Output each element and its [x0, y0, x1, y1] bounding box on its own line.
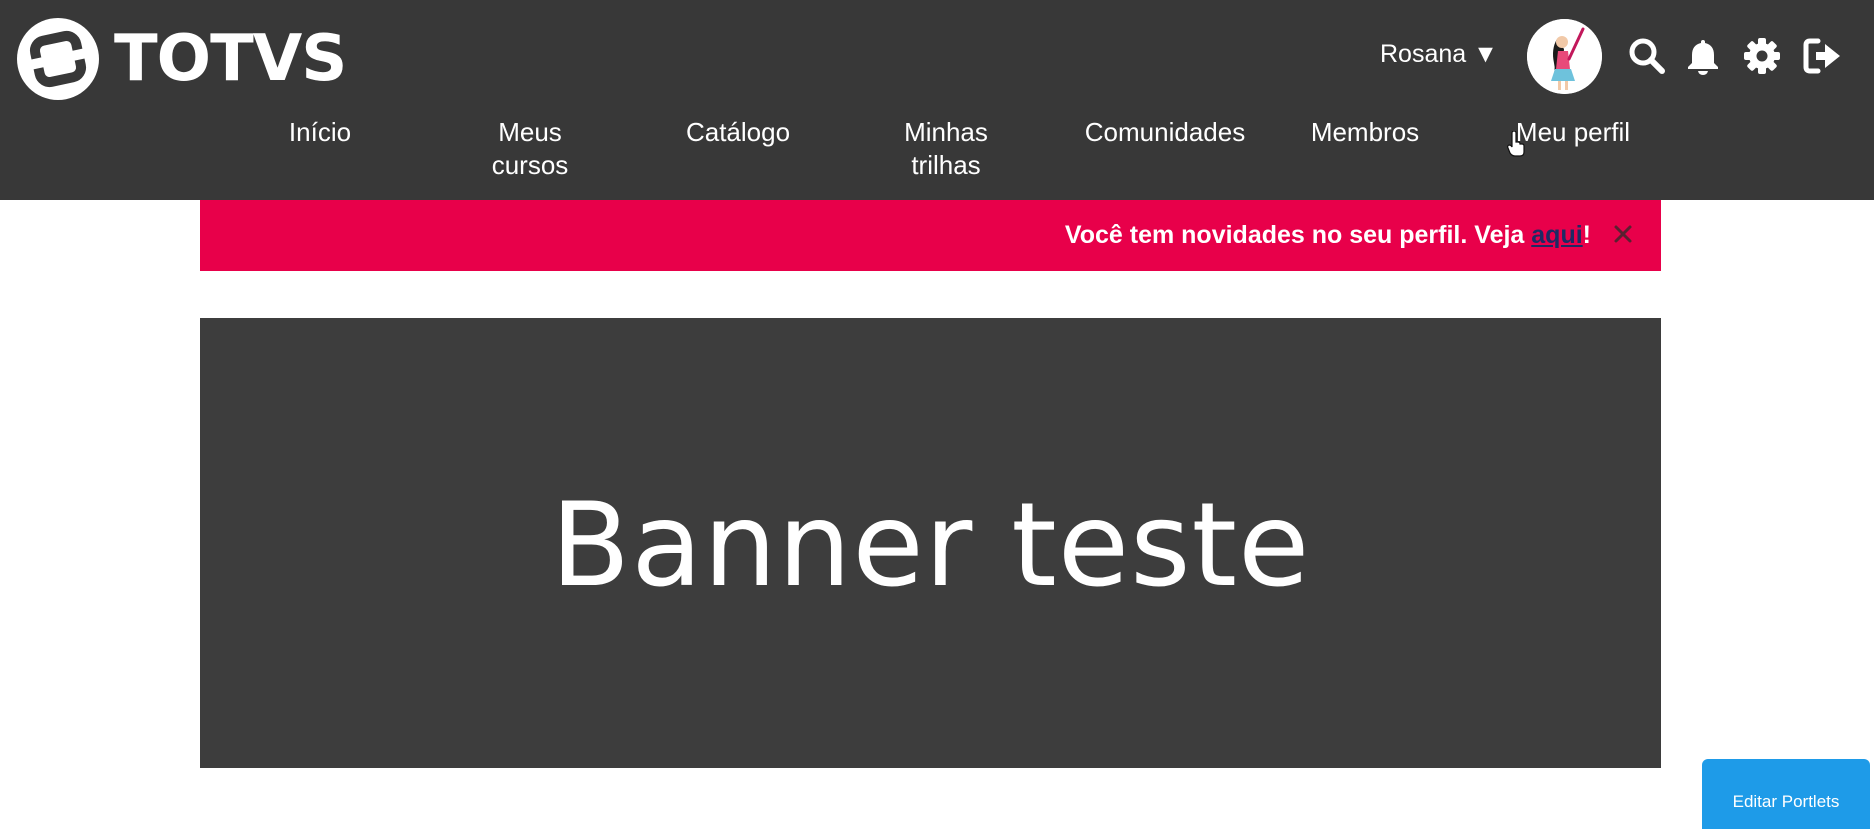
edit-portlets-button[interactable]: Editar Portlets	[1702, 759, 1870, 829]
nav-item-meus-cursos[interactable]: Meus cursos	[470, 116, 590, 182]
nav-item-minhas-trilhas[interactable]: Minhas trilhas	[886, 116, 1006, 182]
banner-title: Banner teste	[550, 478, 1311, 613]
top-header: TOTVS Rosana ▼ Início Meus cursos Catálo…	[0, 0, 1874, 200]
bell-icon[interactable]	[1683, 36, 1723, 76]
totvs-logo[interactable]: TOTVS	[16, 17, 347, 101]
nav-item-membros[interactable]: Membros	[1300, 116, 1430, 149]
pointer-cursor-icon	[1507, 131, 1525, 157]
gear-icon[interactable]	[1742, 36, 1782, 76]
avatar-image	[1527, 19, 1602, 94]
user-avatar[interactable]	[1527, 19, 1602, 94]
notice-message: Você tem novidades no seu perfil. Veja	[1064, 221, 1532, 249]
banner: Banner teste	[200, 318, 1661, 768]
main-nav: Início Meus cursos Catálogo Minhas trilh…	[0, 116, 1874, 196]
profile-news-notice: Você tem novidades no seu perfil. Veja a…	[200, 200, 1661, 271]
nav-item-catalogo[interactable]: Catálogo	[676, 116, 800, 149]
close-icon[interactable]	[1611, 222, 1635, 246]
notice-suffix: !	[1582, 221, 1591, 249]
logo-text: TOTVS	[114, 22, 347, 96]
search-icon[interactable]	[1627, 36, 1667, 76]
user-menu-toggle[interactable]: Rosana ▼	[1380, 40, 1498, 69]
nav-item-inicio[interactable]: Início	[270, 116, 370, 149]
logout-icon[interactable]	[1803, 36, 1843, 76]
totvs-logo-icon	[17, 18, 99, 100]
notice-link[interactable]: aqui	[1531, 221, 1582, 249]
nav-item-comunidades[interactable]: Comunidades	[1075, 116, 1255, 149]
notice-text: Você tem novidades no seu perfil. Veja a…	[1065, 221, 1591, 250]
